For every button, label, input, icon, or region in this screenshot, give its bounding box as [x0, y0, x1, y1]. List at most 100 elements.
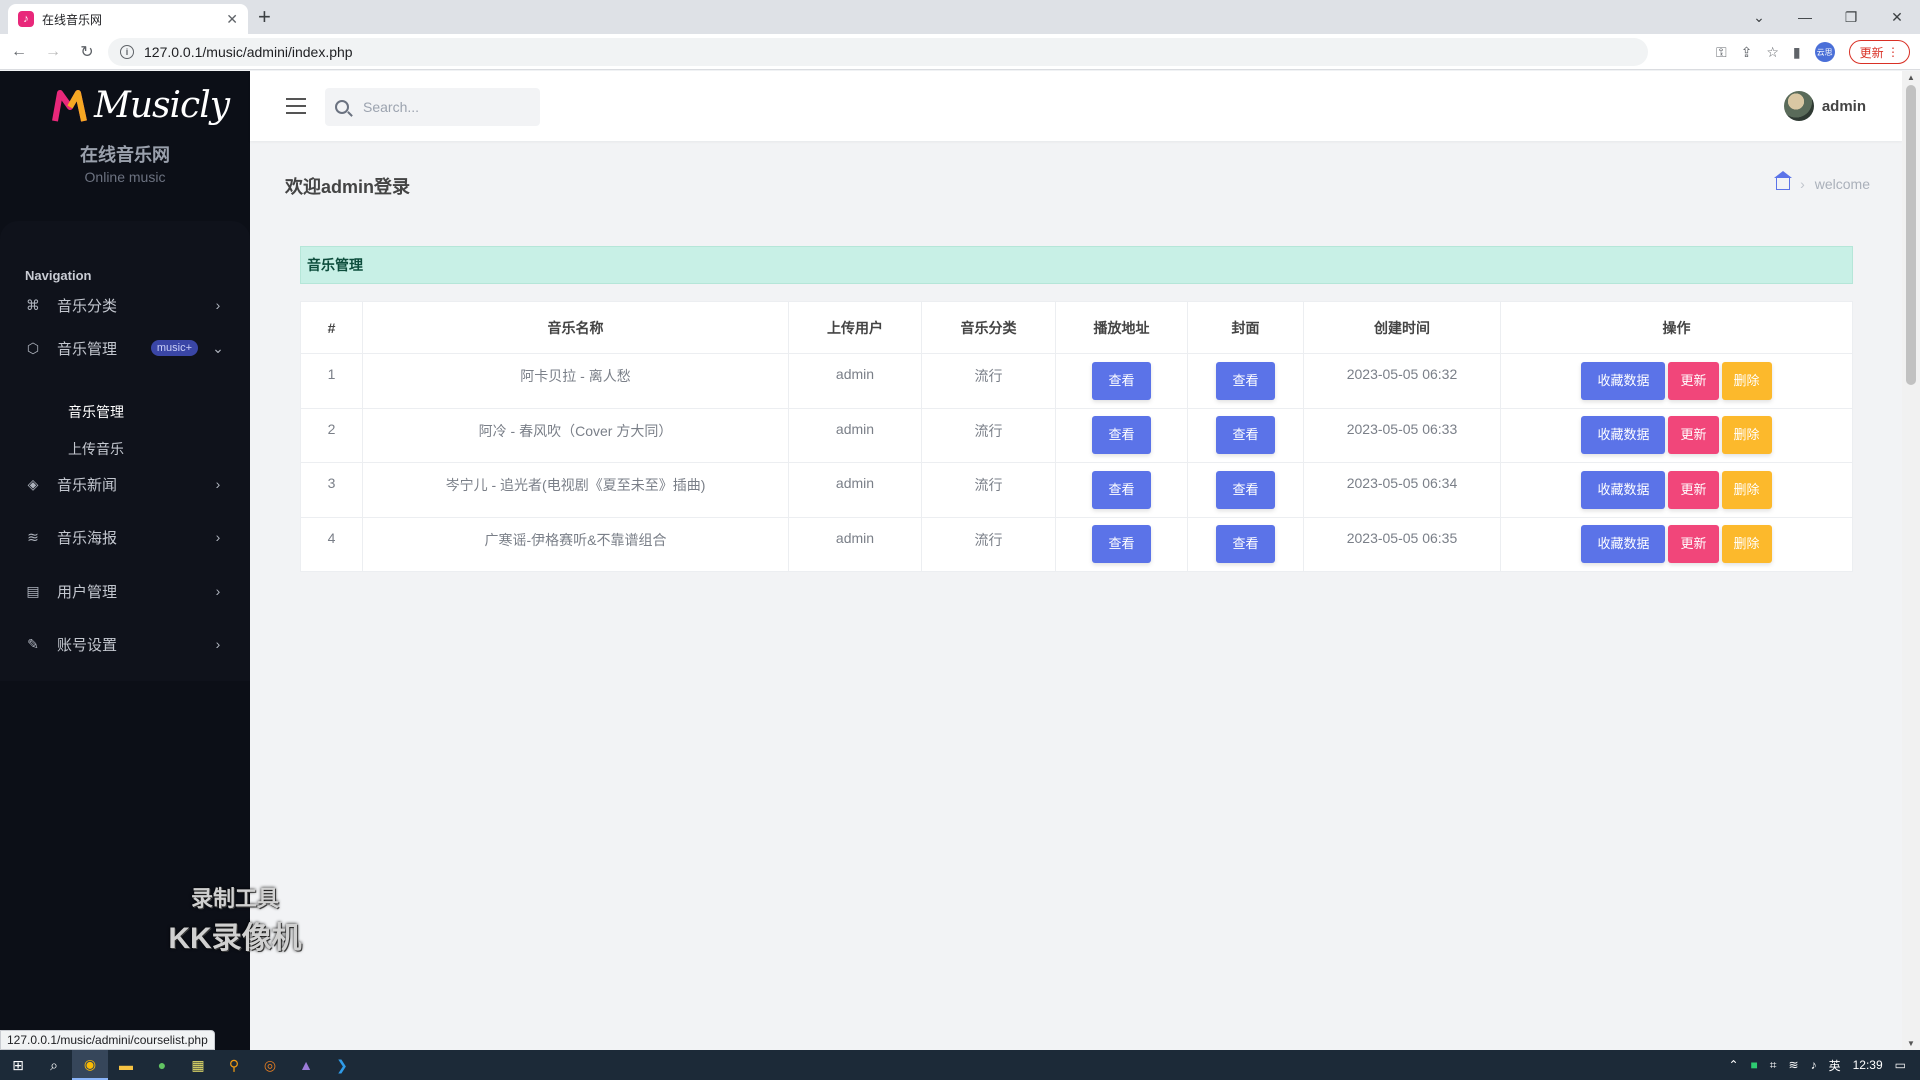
- update-button[interactable]: 更新: [1668, 470, 1719, 509]
- update-button[interactable]: 更新: [1668, 525, 1719, 564]
- sidebar-item-music-category[interactable]: ⌘ 音乐分类 ›: [0, 285, 250, 325]
- sidebar-item-music-management[interactable]: ⬡ 音乐管理 music+ ⌄: [0, 328, 250, 368]
- update-button[interactable]: 更新: [1668, 361, 1719, 400]
- search-icon[interactable]: ⌕: [36, 1050, 72, 1080]
- view-cover-button[interactable]: 查看: [1216, 470, 1275, 509]
- document-icon: ▤: [26, 582, 40, 599]
- user-name: admin: [1821, 97, 1866, 115]
- search-input[interactable]: [363, 99, 523, 115]
- cell-category: 流行: [921, 516, 1056, 572]
- view-play-url-button[interactable]: 查看: [1092, 525, 1151, 564]
- view-play-url-button[interactable]: 查看: [1092, 470, 1151, 509]
- page-scrollbar[interactable]: ▲ ▼: [1902, 71, 1920, 1051]
- music-favicon-icon: ♪: [18, 11, 34, 27]
- cell-created: 2023-05-05 06:33: [1303, 407, 1501, 463]
- bookmark-star-icon[interactable]: ☆: [1766, 44, 1779, 61]
- sidebar-item-user-management[interactable]: ▤ 用户管理 ›: [0, 571, 250, 611]
- sidebar-item-music-poster[interactable]: ≋ 音乐海报 ›: [0, 517, 250, 557]
- collect-data-button[interactable]: 收藏数据: [1581, 361, 1666, 400]
- logo-text: Musicly: [94, 85, 230, 126]
- browser-tab[interactable]: ♪ 在线音乐网 ✕: [8, 4, 248, 34]
- paint-app-icon[interactable]: ▲: [288, 1050, 324, 1080]
- new-tab-button[interactable]: +: [258, 5, 271, 29]
- watermark-line2: KK录像机: [168, 922, 302, 955]
- view-cover-button[interactable]: 查看: [1216, 361, 1275, 400]
- tray-expand-icon[interactable]: ⌃: [1728, 1058, 1738, 1072]
- chevron-right-icon: ›: [215, 529, 221, 545]
- cell-play-url: 查看: [1055, 353, 1188, 409]
- scroll-thumb[interactable]: [1906, 85, 1916, 385]
- sub-item-music-management[interactable]: 音乐管理: [68, 402, 124, 422]
- close-window-button[interactable]: ✕: [1874, 0, 1920, 34]
- sidebar-item-music-news[interactable]: ◈ 音乐新闻 ›: [0, 464, 250, 504]
- cell-name: 阿冷 - 春风吹（Cover 方大同）: [362, 407, 789, 463]
- clock[interactable]: 12:39: [1853, 1058, 1883, 1072]
- view-play-url-button[interactable]: 查看: [1092, 361, 1151, 400]
- user-menu[interactable]: admin: [1783, 91, 1866, 121]
- cell-play-url: 查看: [1055, 516, 1188, 572]
- ime-indicator[interactable]: 英: [1829, 1057, 1841, 1074]
- profile-avatar[interactable]: 云思: [1814, 42, 1835, 62]
- cell-created: 2023-05-05 06:35: [1303, 516, 1501, 572]
- sidebar-item-account-settings[interactable]: ✎ 账号设置 ›: [0, 624, 250, 664]
- watermark-line1: 录制工具: [190, 886, 279, 911]
- table-row: 2 阿冷 - 春风吹（Cover 方大同） admin 流行 查看 查看 202…: [300, 407, 1853, 463]
- notepad-icon[interactable]: ▦: [180, 1050, 216, 1080]
- collect-data-button[interactable]: 收藏数据: [1581, 470, 1666, 509]
- sub-item-upload-music[interactable]: 上传音乐: [68, 439, 124, 459]
- delete-button[interactable]: 删除: [1721, 470, 1772, 509]
- top-header: admin: [250, 71, 1902, 141]
- chevron-right-icon: ›: [215, 297, 221, 313]
- nav-heading: Navigation: [25, 268, 92, 283]
- delete-button[interactable]: 删除: [1721, 525, 1772, 564]
- collect-data-button[interactable]: 收藏数据: [1581, 525, 1666, 564]
- tab-search-icon[interactable]: ⌄: [1736, 0, 1782, 34]
- file-explorer-icon[interactable]: ▬: [108, 1050, 144, 1080]
- forward-button[interactable]: →: [38, 37, 68, 67]
- feather-icon: ✎: [27, 635, 39, 652]
- magnifier-app-icon[interactable]: ⚲: [216, 1050, 252, 1080]
- search-box[interactable]: [325, 88, 540, 126]
- collect-data-button[interactable]: 收藏数据: [1581, 416, 1666, 455]
- browser-update-button[interactable]: 更新 ⋮: [1848, 40, 1910, 64]
- logo[interactable]: Musicly: [52, 85, 230, 126]
- address-bar[interactable]: i 127.0.0.1/music/admini/index.php: [108, 38, 1648, 66]
- cell-name: 阿卡贝拉 - 离人愁: [362, 353, 789, 409]
- update-button[interactable]: 更新: [1668, 416, 1719, 455]
- sidebar-item-label: 用户管理: [57, 583, 118, 601]
- notification-icon[interactable]: ▭: [1895, 1058, 1906, 1072]
- volume-icon[interactable]: ♪: [1811, 1058, 1817, 1072]
- vscode-icon[interactable]: ❯: [324, 1050, 360, 1080]
- site-info-icon[interactable]: i: [120, 45, 134, 59]
- scroll-down-icon[interactable]: ▼: [1902, 1037, 1920, 1051]
- back-button[interactable]: ←: [4, 37, 34, 67]
- share-icon[interactable]: ⇪: [1741, 44, 1753, 61]
- home-icon[interactable]: [1774, 171, 1793, 190]
- key-icon[interactable]: ⚿: [1716, 44, 1727, 61]
- cell-user: admin: [788, 462, 922, 518]
- network-icon[interactable]: ⌗: [1770, 1058, 1777, 1073]
- green-app-icon[interactable]: ●: [144, 1050, 180, 1080]
- orange-app-icon[interactable]: ◎: [252, 1050, 288, 1080]
- delete-button[interactable]: 删除: [1721, 416, 1772, 455]
- minimize-button[interactable]: —: [1782, 0, 1828, 34]
- windows-start-icon[interactable]: ⊞: [0, 1050, 36, 1080]
- view-cover-button[interactable]: 查看: [1216, 525, 1275, 564]
- sidebar-item-label: 音乐分类: [57, 297, 118, 315]
- music-table: # 音乐名称 上传用户 音乐分类 播放地址 封面 创建时间 操作 1 阿卡贝拉 …: [300, 301, 1853, 572]
- tab-title: 在线音乐网: [42, 12, 103, 27]
- view-play-url-button[interactable]: 查看: [1092, 416, 1151, 455]
- scroll-up-icon[interactable]: ▲: [1902, 71, 1920, 85]
- chrome-taskbar-icon[interactable]: ◉: [72, 1050, 108, 1080]
- reload-button[interactable]: ↻: [72, 37, 102, 67]
- restore-button[interactable]: ❐: [1828, 0, 1874, 34]
- wifi-icon[interactable]: ≋: [1789, 1058, 1799, 1072]
- view-cover-button[interactable]: 查看: [1216, 416, 1275, 455]
- toolbar-icons: ⚿ ⇪ ☆ ▮ 云思 更新 ⋮: [1716, 34, 1910, 70]
- delete-button[interactable]: 删除: [1721, 361, 1772, 400]
- side-panel-icon[interactable]: ▮: [1793, 44, 1801, 61]
- cell-name: 岑宁儿 - 追光者(电视剧《夏至未至》插曲): [362, 462, 789, 518]
- menu-toggle-icon[interactable]: [286, 98, 306, 114]
- tray-green-icon[interactable]: ■: [1751, 1058, 1758, 1072]
- tab-close-icon[interactable]: ✕: [226, 11, 238, 28]
